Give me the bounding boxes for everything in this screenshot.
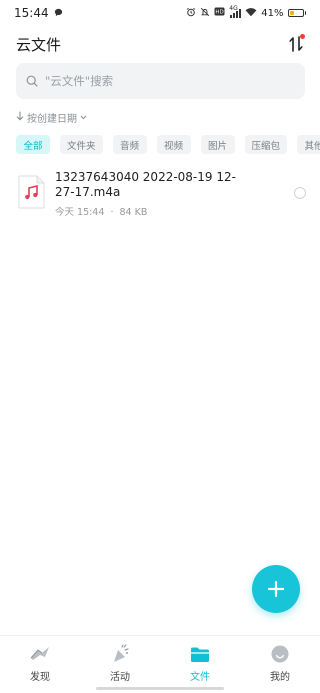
filter-chip-other[interactable]: 其他 — [297, 135, 320, 154]
header: 云文件 — [16, 30, 306, 58]
signal-icon: 4G — [229, 5, 242, 18]
home-indicator — [96, 687, 224, 690]
filter-chip-all[interactable]: 全部 — [16, 135, 50, 154]
tab-activity[interactable]: 活动 — [80, 636, 160, 693]
file-meta: 今天 15:44 · 84 KB — [55, 204, 255, 218]
tab-label: 我的 — [270, 672, 290, 683]
filter-chip-audio[interactable]: 音频 — [112, 135, 147, 154]
network-label: 4G — [229, 5, 238, 12]
alarm-icon — [186, 7, 196, 20]
file-date: 今天 15:44 — [55, 207, 105, 218]
plus-icon — [268, 581, 284, 597]
sort-dropdown[interactable]: 按创建日期 — [16, 110, 87, 125]
tab-label: 活动 — [110, 672, 130, 683]
tab-files[interactable]: 文件 — [160, 636, 240, 693]
file-size: 84 KB — [119, 207, 148, 218]
discover-icon — [29, 644, 51, 664]
activity-icon — [109, 644, 131, 664]
notification-dot — [300, 34, 305, 39]
hd-icon: HD — [214, 7, 225, 19]
sort-label: 按创建日期 — [27, 114, 77, 125]
page-title: 云文件 — [16, 35, 62, 54]
filter-chips: 全部 文件夹 音频 视频 图片 压缩包 其他 — [16, 135, 320, 154]
tab-profile[interactable]: 我的 — [240, 636, 320, 693]
bottom-tab-bar: 发现 活动 文件 我的 — [0, 635, 320, 693]
search-icon — [26, 72, 38, 91]
meta-separator: · — [110, 207, 114, 218]
tab-discover[interactable]: 发现 — [0, 636, 80, 693]
status-bar: 15:44 HD 4G 41% — [0, 0, 320, 26]
chevron-down-icon — [80, 112, 87, 123]
status-time: 15:44 — [14, 6, 49, 20]
audio-file-icon — [18, 175, 45, 209]
wifi-icon — [245, 7, 257, 20]
file-name: 13237643040 2022-08-19 12-27-17.m4a — [55, 170, 236, 199]
tab-label: 发现 — [30, 672, 50, 683]
add-button[interactable] — [252, 565, 300, 613]
search-input[interactable] — [45, 74, 285, 88]
folder-icon — [189, 644, 211, 664]
file-list-item[interactable]: 13237643040 2022-08-19 12-27-17.m4a 今天 1… — [16, 170, 310, 222]
filter-chip-image[interactable]: 图片 — [200, 135, 235, 154]
profile-icon — [269, 644, 291, 664]
sort-arrow-icon — [16, 111, 24, 124]
mute-icon — [200, 7, 210, 20]
battery-percent: 41% — [261, 7, 284, 19]
sort-toggle-button[interactable] — [286, 33, 306, 55]
filter-chip-video[interactable]: 视频 — [156, 135, 191, 154]
battery-icon — [287, 9, 306, 17]
filter-chip-folder[interactable]: 文件夹 — [60, 135, 103, 154]
filter-chip-archive[interactable]: 压缩包 — [244, 135, 288, 154]
chat-bubble-icon — [54, 7, 63, 20]
svg-text:HD: HD — [216, 10, 224, 16]
tab-label: 文件 — [190, 672, 210, 683]
search-box[interactable] — [16, 63, 305, 99]
file-select-checkbox[interactable] — [294, 187, 306, 199]
